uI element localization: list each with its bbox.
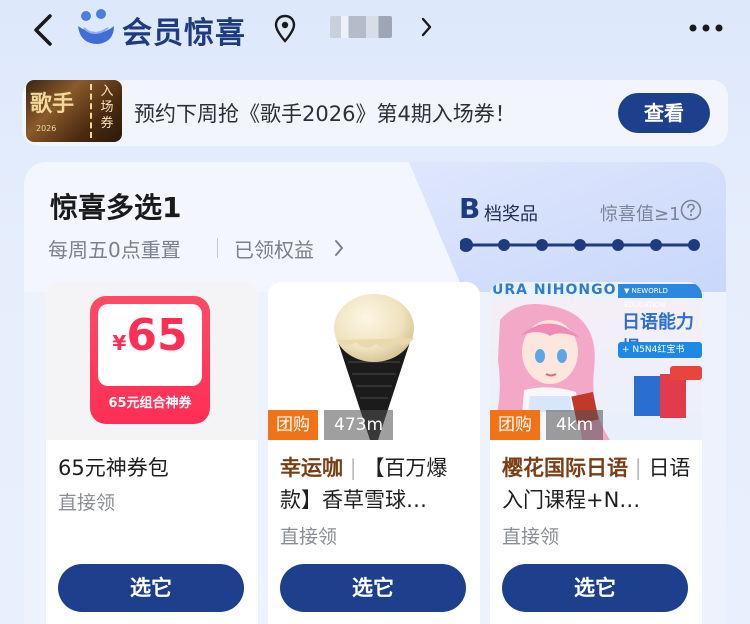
reset-text: 每周五0点重置 — [48, 238, 181, 262]
distance-tag: 473m — [324, 410, 394, 440]
progress-track — [460, 238, 700, 252]
coupon-label: 65元组合神券 — [108, 396, 192, 411]
page: 会员惊喜 歌手 2026 入场券 预约下周抢《歌手2026》第4期入场券！ 查看… — [0, 0, 750, 624]
product-brand: 樱花国际日语 — [502, 456, 628, 480]
ad-top-text: URA NIHONGO — [492, 282, 617, 298]
page-title: 会员惊喜 — [122, 16, 246, 51]
surprise-value: 惊喜值≥1 — [600, 204, 681, 225]
name-separator: | — [343, 456, 364, 480]
name-separator: | — [628, 456, 649, 480]
progress-step — [688, 239, 700, 251]
promo-banner[interactable]: 歌手 2026 入场券 预约下周抢《歌手2026》第4期入场券！ 查看 — [22, 80, 728, 146]
progress-step — [650, 239, 662, 251]
progress-step — [612, 239, 624, 251]
group-buy-tag: 团购 — [268, 410, 318, 440]
claimed-link[interactable]: 已领权益 — [234, 234, 314, 263]
group-buy-tag: 团购 — [490, 410, 540, 440]
product-image: ¥65 65元组合神券 — [46, 282, 258, 440]
select-button[interactable]: 选它 — [502, 564, 688, 612]
help-icon[interactable] — [680, 199, 702, 221]
coupon-image: ¥65 65元组合神券 — [90, 296, 210, 424]
back-icon[interactable] — [28, 12, 58, 48]
product-sub: 直接领 — [280, 526, 338, 548]
view-button[interactable]: 查看 — [618, 93, 710, 133]
header: 会员惊喜 — [0, 0, 750, 62]
card-header-right-bg — [404, 162, 726, 292]
ad-pill: + N5N4红宝书 — [618, 342, 702, 358]
ticket-divider — [90, 84, 92, 138]
card-title: 惊喜多选1 — [50, 191, 182, 224]
coupon-inner: ¥65 — [98, 304, 202, 386]
product-image: URA NIHONGO ▼ NEWORLD EDUCATION 日语能力提 + … — [490, 282, 702, 440]
select-button[interactable]: 选它 — [280, 564, 466, 612]
card-header-left-bg — [24, 162, 464, 292]
product-name: 幸运咖 | 【百万爆款】香草雪球… — [280, 452, 476, 516]
chevron-right-icon[interactable] — [420, 14, 434, 40]
banner-text: 预约下周抢《歌手2026》第4期入场券！ — [134, 102, 516, 126]
coupon-amount: ¥65 — [98, 310, 202, 361]
product-card[interactable]: 团购 473m 幸运咖 | 【百万爆款】香草雪球… 直接领 选它 — [268, 282, 480, 624]
progress-step — [460, 238, 473, 252]
coupon-currency: ¥ — [112, 331, 127, 355]
more-icon[interactable] — [688, 22, 724, 34]
progress-step — [498, 239, 510, 251]
product-name: 65元神券包 — [58, 456, 169, 480]
product-card[interactable]: URA NIHONGO ▼ NEWORLD EDUCATION 日语能力提 + … — [490, 282, 702, 624]
tier-letter: B — [459, 192, 481, 225]
ad-edu-text: ▼ NEWORLD EDUCATION — [618, 284, 702, 309]
progress-step — [574, 239, 586, 251]
product-name: 樱花国际日语 | 日语入门课程+N… — [502, 452, 698, 516]
tier-label: 档奖品 — [484, 204, 538, 225]
ticket-stub-text: 入场券 — [100, 84, 114, 131]
product-image: 团购 473m — [268, 282, 480, 440]
divider — [217, 238, 218, 258]
distance-tag: 4km — [546, 410, 604, 440]
ticket-year: 2026 — [36, 124, 57, 133]
book-image — [634, 366, 702, 418]
ticket-image: 歌手 2026 入场券 — [26, 80, 122, 142]
location-icon[interactable] — [273, 14, 297, 44]
surprise-card: 惊喜多选1 每周五0点重置 已领权益 B 档奖品 惊喜值≥1 ¥65 65元组合… — [24, 162, 726, 624]
location-name-blurred[interactable] — [330, 16, 392, 38]
product-card[interactable]: ¥65 65元组合神券 65元神券包 直接领 选它 — [46, 282, 258, 624]
progress-step — [536, 239, 548, 251]
product-brand: 幸运咖 — [280, 456, 343, 480]
coupon-value: 65 — [126, 310, 188, 361]
chevron-right-icon[interactable] — [333, 238, 345, 258]
member-logo-icon — [78, 9, 114, 44]
select-button[interactable]: 选它 — [58, 564, 244, 612]
product-sub: 直接领 — [502, 526, 560, 548]
ticket-art-text: 歌手 — [30, 91, 75, 117]
product-sub: 直接领 — [58, 492, 116, 514]
